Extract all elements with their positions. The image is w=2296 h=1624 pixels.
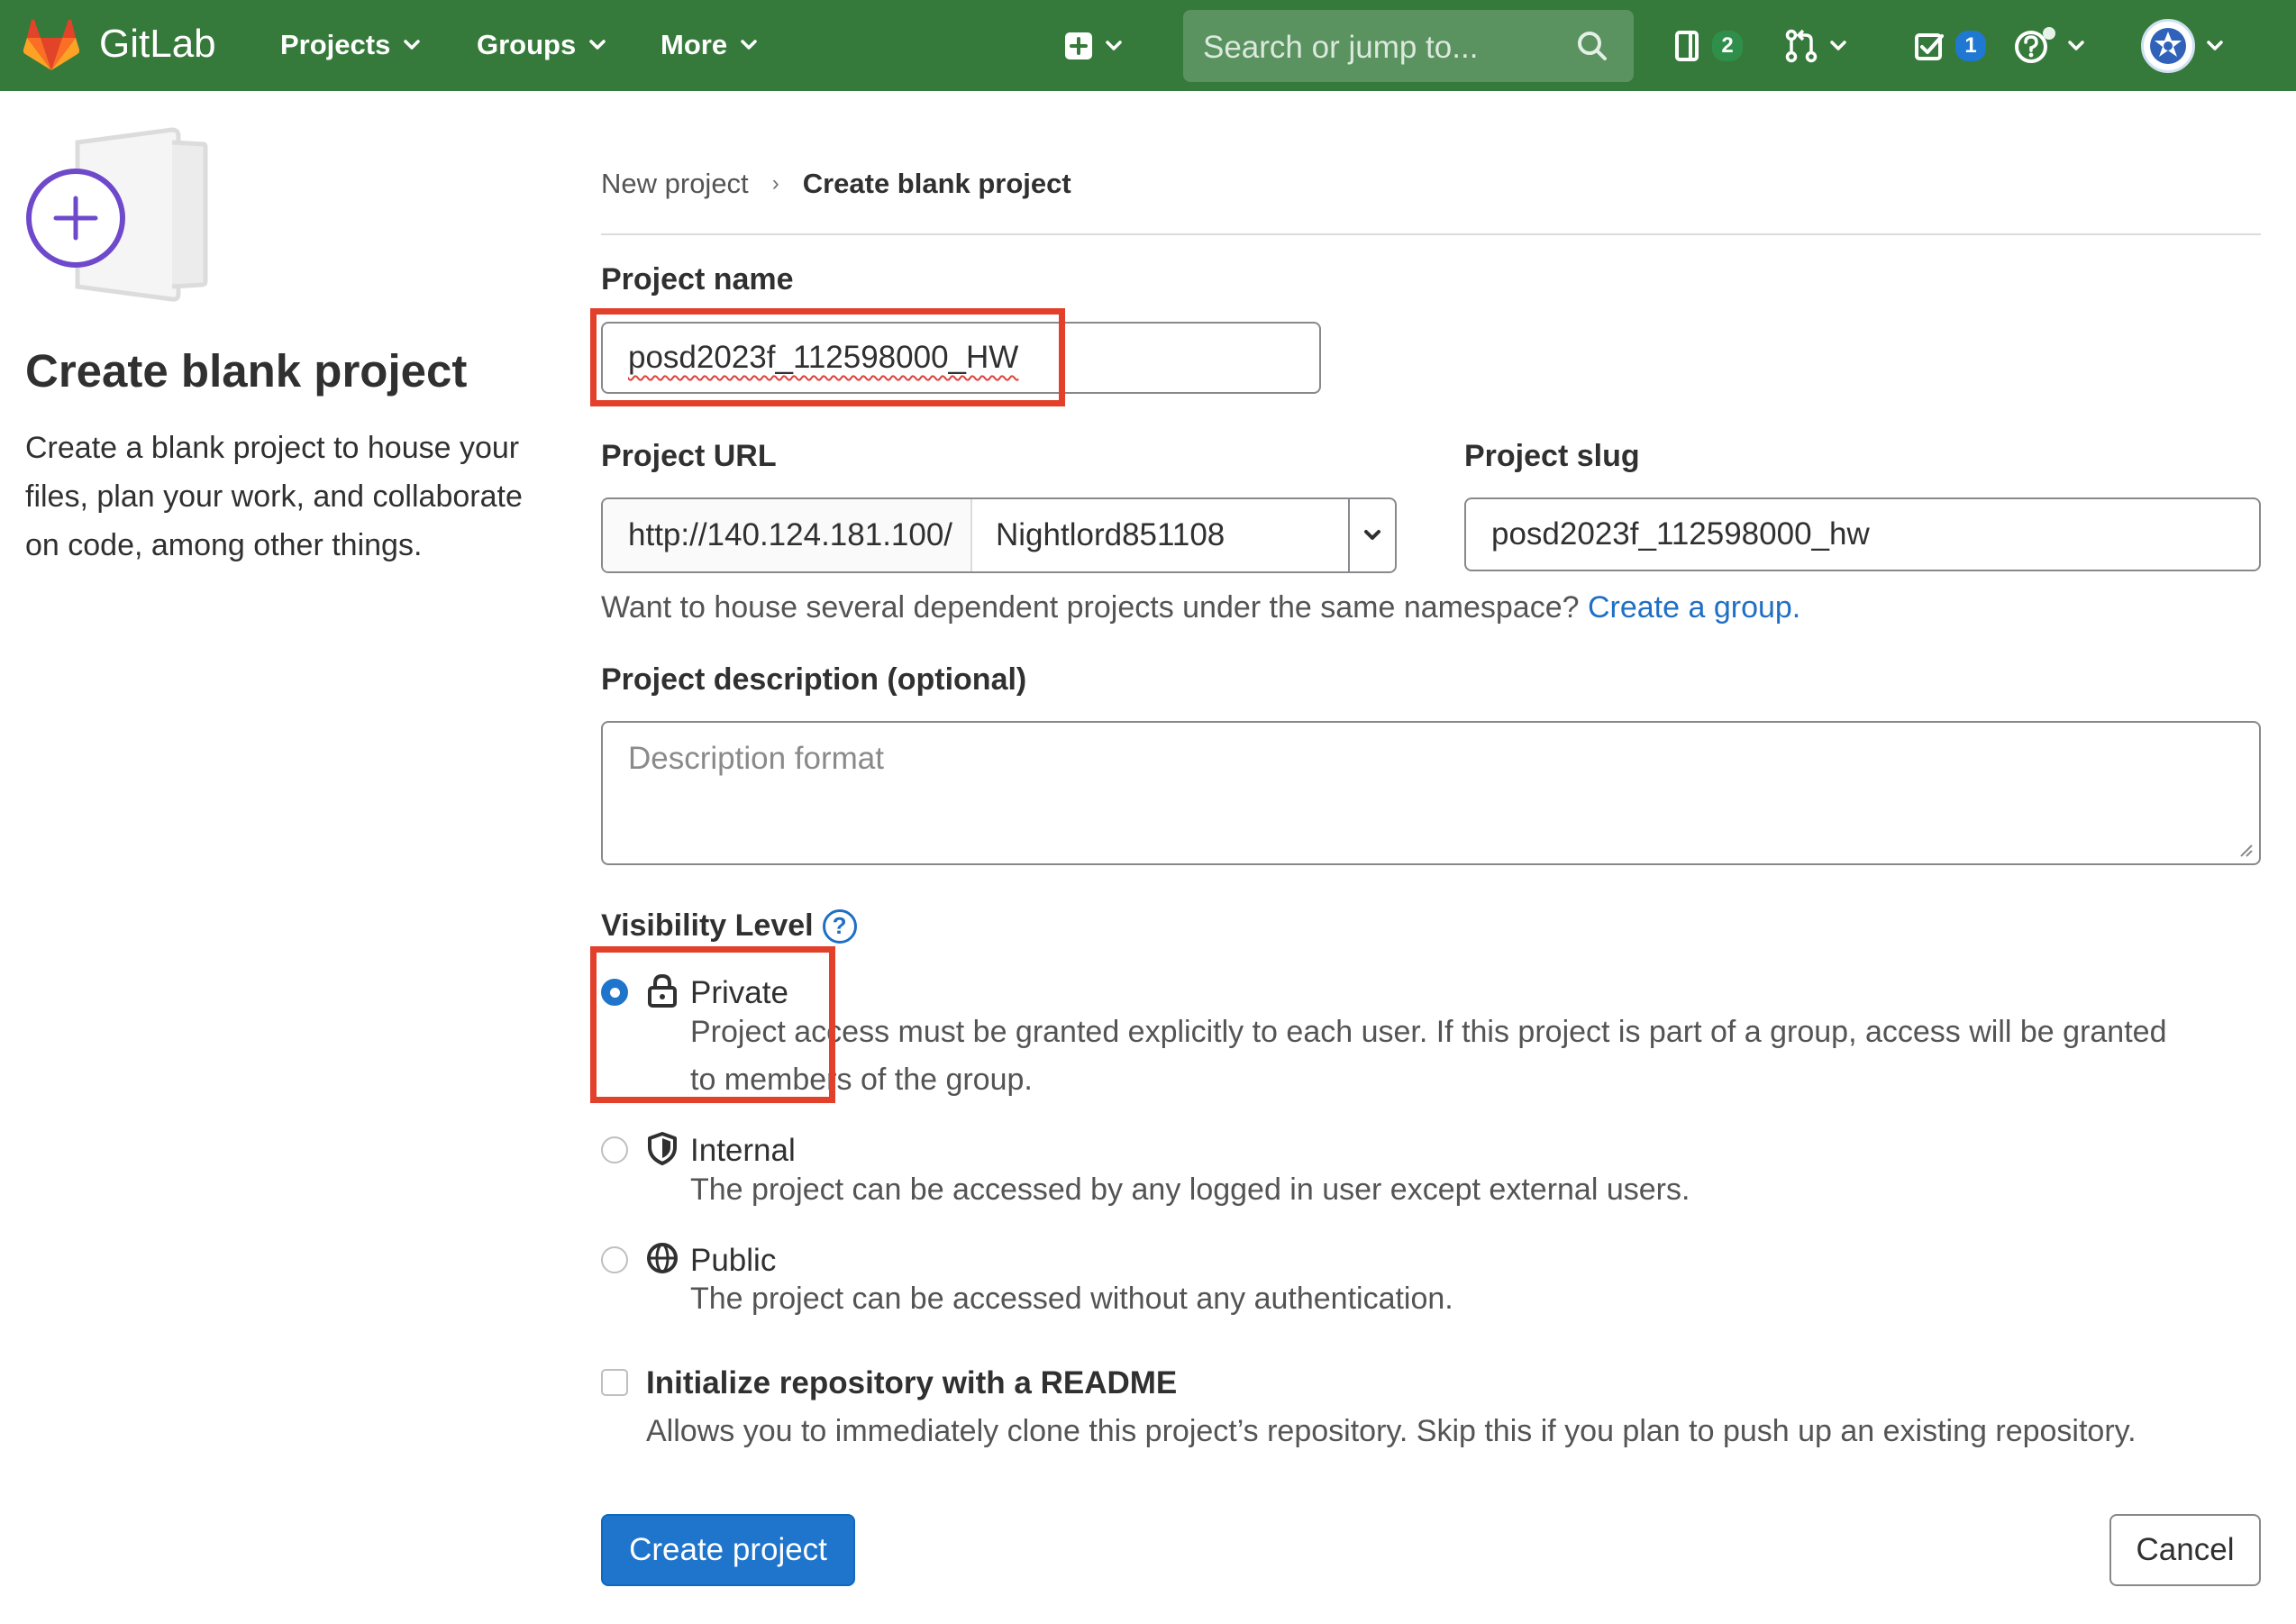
brand-name[interactable]: GitLab: [99, 22, 216, 67]
nav-projects-dropdown[interactable]: Projects: [280, 29, 421, 61]
nav-projects-label: Projects: [280, 29, 391, 60]
visibility-help-icon[interactable]: ?: [822, 908, 857, 944]
user-menu-dropdown[interactable]: [2141, 19, 2224, 73]
todos-button[interactable]: 1: [1914, 27, 1986, 65]
breadcrumb-new-project-link[interactable]: New project: [601, 168, 749, 200]
visibility-internal-desc: The project can be accessed by any logge…: [690, 1172, 1690, 1207]
page-title: Create blank project: [25, 345, 468, 397]
nav-more-label: More: [661, 29, 728, 60]
globe-icon: [647, 1243, 678, 1273]
gitlab-logo-icon[interactable]: [23, 20, 79, 72]
page-description: Create a blank project to house your fil…: [25, 431, 523, 562]
project-slug-label: Project slug: [1464, 439, 1640, 473]
project-description-textarea[interactable]: Description format: [601, 721, 2261, 865]
new-item-dropdown[interactable]: [1063, 27, 1123, 65]
top-navbar: GitLab Projects Groups More Search or ju…: [0, 0, 2296, 91]
project-url-prefix: http://140.124.181.100/: [603, 499, 972, 571]
project-url-label: Project URL: [601, 439, 777, 473]
chevron-down-icon: [2068, 41, 2084, 50]
chevron-down-icon: [1364, 530, 1380, 540]
new-item-icon: [1065, 32, 1092, 59]
create-group-link[interactable]: Create a group.: [1588, 590, 1800, 625]
nav-groups-dropdown[interactable]: Groups: [477, 29, 606, 61]
merge-requests-dropdown[interactable]: [1784, 27, 1847, 65]
group-help-message: Want to house several dependent projects…: [601, 590, 1580, 625]
visibility-public-radio[interactable]: [601, 1246, 628, 1273]
readme-help-text: Allows you to immediately clone this pro…: [646, 1414, 2137, 1448]
visibility-public-desc: The project can be accessed without any …: [690, 1282, 1453, 1316]
help-dropdown[interactable]: [2015, 27, 2085, 65]
chevron-down-icon: [741, 40, 757, 50]
breadcrumb: New project › Create blank project: [601, 168, 1071, 200]
namespace-select[interactable]: Nightlord851108: [972, 499, 1348, 571]
project-slug-input[interactable]: posd2023f_112598000_hw: [1464, 497, 2261, 571]
avatar-emblem-icon: [2150, 28, 2186, 64]
namespace-dropdown-toggle[interactable]: [1348, 499, 1395, 571]
chevron-down-icon: [1106, 41, 1122, 50]
user-avatar: [2141, 19, 2195, 73]
issues-button[interactable]: 2: [1674, 27, 1743, 65]
readme-checkbox[interactable]: [601, 1369, 628, 1396]
chevron-down-icon: [589, 40, 606, 50]
project-name-label: Project name: [601, 262, 794, 297]
visibility-private-desc-line1: Project access must be granted explicitl…: [690, 1015, 2167, 1049]
description-placeholder: Description format: [628, 741, 884, 776]
blank-project-illustration: [26, 127, 208, 302]
create-project-button[interactable]: Create project: [601, 1514, 855, 1586]
search-icon: [1578, 32, 1607, 60]
search-placeholder: Search or jump to...: [1203, 30, 1479, 65]
todo-icon: [1915, 33, 1944, 60]
help-icon: [2015, 27, 2055, 63]
search-bar[interactable]: Search or jump to...: [1183, 10, 1634, 82]
nav-groups-label: Groups: [477, 29, 577, 60]
project-description-label: Project description (optional): [601, 662, 1027, 697]
group-help-text: Want to house several dependent projects…: [601, 590, 1800, 625]
visibility-public-label[interactable]: Public: [690, 1243, 776, 1279]
visibility-internal-label[interactable]: Internal: [690, 1133, 796, 1169]
merge-request-icon: [1785, 29, 1818, 63]
chevron-down-icon: [2207, 41, 2223, 50]
todos-count-badge: 1: [1955, 31, 1986, 61]
highlight-private-option: [590, 946, 835, 1103]
readme-label[interactable]: Initialize repository with a README: [646, 1365, 1177, 1401]
nav-more-dropdown[interactable]: More: [661, 29, 758, 61]
issues-icon: [1675, 31, 1699, 61]
visibility-internal-radio[interactable]: [601, 1136, 628, 1163]
breadcrumb-separator: ›: [771, 171, 779, 196]
issues-count-badge: 2: [1712, 31, 1743, 61]
visibility-level-text: Visibility Level: [601, 908, 814, 943]
project-slug-value: posd2023f_112598000_hw: [1491, 516, 1870, 552]
namespace-value: Nightlord851108: [996, 517, 1225, 552]
chevron-down-icon: [404, 40, 421, 50]
chevron-down-icon: [1830, 41, 1846, 50]
highlight-project-name: [590, 308, 1065, 406]
visibility-level-label: Visibility Level ?: [601, 908, 857, 944]
shield-icon: [648, 1132, 677, 1165]
breadcrumb-current[interactable]: Create blank project: [803, 168, 1071, 200]
divider: [601, 233, 2261, 235]
project-url-group: http://140.124.181.100/ Nightlord851108: [601, 497, 1397, 573]
resize-grip-icon[interactable]: [2239, 844, 2254, 858]
cancel-button[interactable]: Cancel: [2109, 1514, 2261, 1586]
